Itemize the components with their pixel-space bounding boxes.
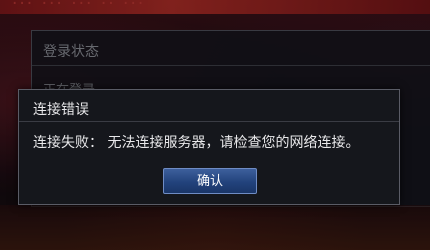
dialog-title: 连接错误 <box>33 102 89 118</box>
dialog-message: 连接失败： 无法连接服务器，请检查您的网络连接。 <box>33 135 360 151</box>
dialog-divider <box>19 121 399 122</box>
connection-error-dialog: 连接错误 连接失败： 无法连接服务器，请检查您的网络连接。 确认 <box>18 89 400 205</box>
confirm-button[interactable]: 确认 <box>163 168 257 194</box>
